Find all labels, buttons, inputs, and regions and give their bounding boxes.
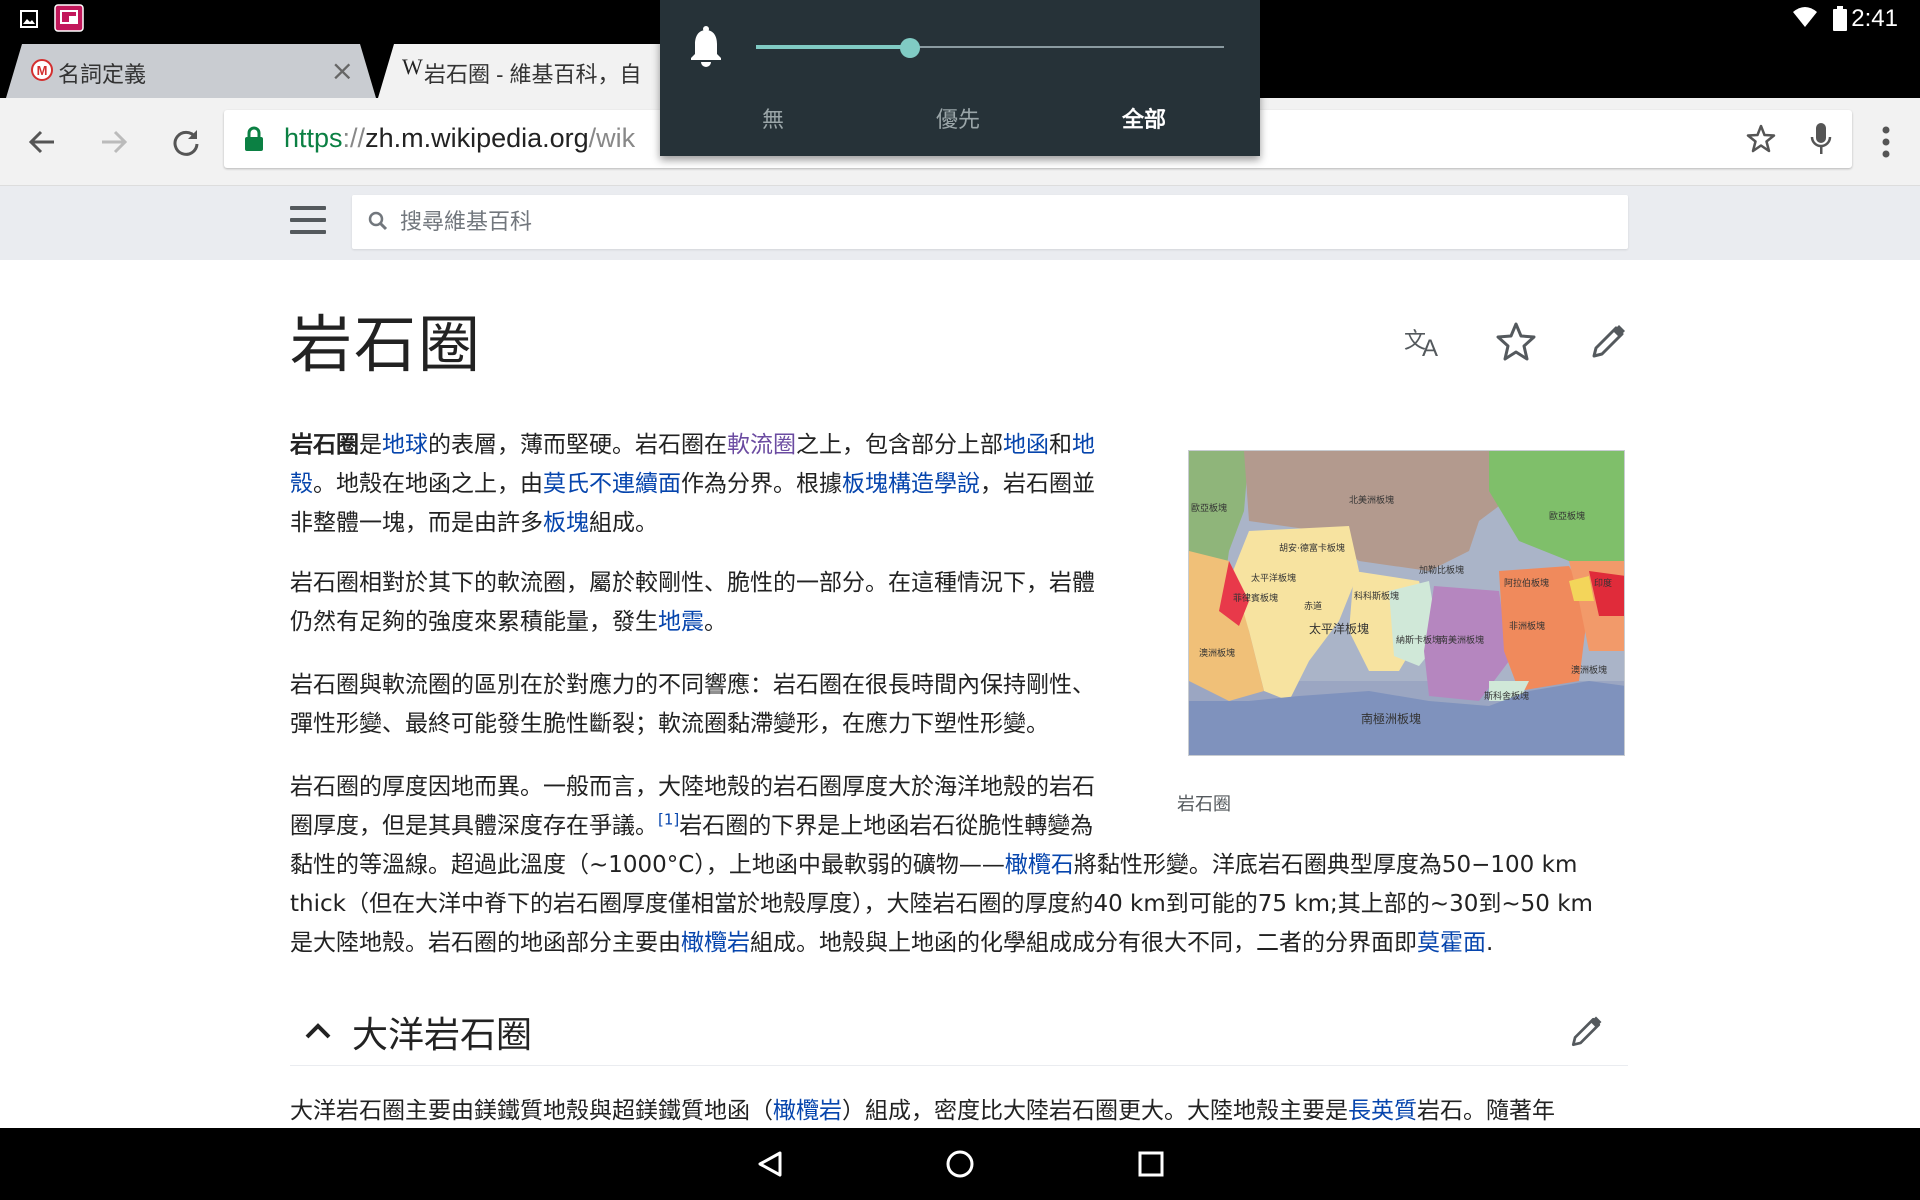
svg-text:太平洋板塊: 太平洋板塊 (1309, 621, 1369, 636)
forward-button[interactable] (90, 118, 138, 166)
microphone-icon[interactable] (1810, 122, 1832, 156)
square-recents-icon (1138, 1151, 1164, 1177)
reload-icon (173, 130, 199, 156)
link-moho[interactable]: 莫氏不連續面 (543, 471, 681, 497)
reference-1[interactable]: [1] (658, 810, 679, 828)
paragraph-2-text: 岩石圈相對於其下的軟流圈，屬於較剛性、脆性的一部分。在這種情況下，岩體 仍然有足夠… (290, 570, 1095, 635)
more-vert-icon (1882, 126, 1890, 158)
link-plates[interactable]: 板塊 (543, 510, 589, 536)
watch-star-icon[interactable] (1494, 320, 1538, 364)
nav-recents-button[interactable] (1131, 1144, 1171, 1184)
option-priority[interactable]: 優先 (936, 102, 980, 134)
svg-text:阿拉伯板塊: 阿拉伯板塊 (1504, 577, 1549, 589)
link-felsic[interactable]: 長英質 (1348, 1098, 1417, 1124)
svg-text:印度: 印度 (1594, 577, 1612, 589)
search-icon (368, 211, 388, 231)
arrow-left-icon (28, 130, 54, 154)
clock: 2:41 (1851, 5, 1898, 32)
svg-text:菲律賓板塊: 菲律賓板塊 (1233, 592, 1278, 604)
nav-back-button[interactable] (750, 1144, 790, 1184)
svg-text:澳洲板塊: 澳洲板塊 (1571, 664, 1607, 676)
tab-label: 岩石圈 - 維基百科，自 (424, 62, 642, 87)
plate-map-image: 北美洲板塊 歐亞板塊 歐亞板塊 胡安·德富卡板塊 加勒比板塊 阿拉伯板塊 印度 … (1189, 451, 1624, 755)
wikipedia-w-icon: W (402, 54, 423, 79)
menu-button[interactable] (1862, 118, 1910, 166)
svg-text:歐亞板塊: 歐亞板塊 (1191, 502, 1227, 514)
notification-volume-panel: 無 優先 全部 (660, 0, 1260, 156)
svg-text:非洲板塊: 非洲板塊 (1509, 620, 1545, 632)
svg-text:赤道: 赤道 (1304, 600, 1322, 612)
svg-text:科科斯板塊: 科科斯板塊 (1354, 590, 1399, 602)
link-peridotite[interactable]: 橄欖岩 (681, 930, 750, 956)
hamburger-menu-icon[interactable] (290, 206, 326, 238)
wifi-icon (1793, 7, 1817, 27)
svg-text:太平洋板塊: 太平洋板塊 (1251, 572, 1296, 584)
arrow-right-icon (102, 130, 128, 154)
link-earthquake[interactable]: 地震 (658, 609, 704, 635)
image-notification-icon (20, 10, 38, 28)
svg-text:胡安·德富卡板塊: 胡安·德富卡板塊 (1279, 542, 1345, 554)
circle-home-icon (946, 1150, 974, 1178)
option-all[interactable]: 全部 (1122, 102, 1166, 134)
figure-caption: 岩石圈 (1177, 794, 1231, 815)
nav-home-button[interactable] (940, 1144, 980, 1184)
paragraph-4: 岩石圈的厚度因地而異。一般而言，大陸地殼的岩石圈厚度大於海洋地殼的岩石 圈厚度，但… (290, 774, 1593, 956)
search-input[interactable] (400, 203, 1600, 241)
page-title: 岩石圈 (290, 308, 483, 381)
red-logo-icon: M (31, 59, 53, 81)
paragraph-3: 岩石圈與軟流圈的區別在於對應力的不同響應：岩石圈在很長時間內保持剛性、 彈性形變、… (290, 672, 1095, 737)
search-box[interactable] (352, 195, 1628, 249)
tab-label: 名詞定義 (58, 62, 147, 87)
tab-definitions[interactable]: M 名詞定義 × (6, 44, 376, 98)
link-crust-2[interactable]: 殼 (290, 471, 313, 497)
svg-text:M: M (37, 63, 48, 78)
section-edit-icon[interactable] (1566, 1012, 1606, 1052)
svg-text:A: A (1422, 335, 1438, 362)
volume-slider-thumb[interactable] (900, 38, 921, 58)
option-none[interactable]: 無 (762, 102, 784, 134)
system-nav-bar (0, 1128, 1920, 1200)
link-earth[interactable]: 地球 (382, 432, 428, 458)
lock-icon (245, 126, 263, 151)
star-icon[interactable] (1746, 124, 1776, 154)
article-content: 岩石圈 文A 岩石圈是地球的表層，薄而堅硬。岩石圈在軟流圈之上，包含部分上部地函… (0, 260, 1920, 1128)
section-heading-oceanic[interactable]: 大洋岩石圈 (290, 1000, 1628, 1066)
section-1-paragraph: 大洋岩石圈主要由鎂鐵質地殼與超鎂鐵質地函（橄欖岩）組成，密度比大陸岩石圈更大。大… (290, 1098, 1555, 1124)
link-asthenosphere[interactable]: 軟流圈 (727, 432, 796, 458)
svg-text:加勒比板塊: 加勒比板塊 (1419, 564, 1464, 576)
chevron-up-icon[interactable] (304, 1020, 332, 1040)
reload-button[interactable] (162, 118, 210, 166)
cast-notification-icon (54, 4, 84, 32)
paragraph-1: 岩石圈是地球的表層，薄而堅硬。岩石圈在軟流圈之上，包含部分上部地函和地 殼。地殼在… (290, 432, 1095, 536)
link-mohorovicic[interactable]: 莫霍面 (1417, 930, 1486, 956)
tab-lithosphere[interactable]: W 岩石圈 - 維基百科，自 (378, 44, 678, 98)
volume-slider-fill (756, 45, 911, 49)
svg-text:納斯卡板塊: 納斯卡板塊 (1396, 634, 1441, 646)
language-icon[interactable]: 文A (1402, 320, 1446, 364)
link-plate-tectonics[interactable]: 板塊構造學說 (842, 471, 980, 497)
svg-text:澳洲板塊: 澳洲板塊 (1199, 647, 1235, 659)
section-title: 大洋岩石圈 (352, 1015, 533, 1056)
svg-text:南美洲板塊: 南美洲板塊 (1439, 634, 1484, 646)
triangle-back-icon (758, 1151, 782, 1177)
close-tab-icon[interactable]: × (331, 54, 354, 87)
bold-term: 岩石圈 (290, 432, 359, 458)
link-mantle[interactable]: 地函 (1003, 432, 1049, 458)
link-olivine[interactable]: 橄欖石 (1005, 852, 1074, 878)
svg-text:北美洲板塊: 北美洲板塊 (1349, 494, 1394, 506)
url-text[interactable]: https://zh.m.wikipedia.org/wik (284, 123, 635, 154)
link-crust[interactable]: 地 (1072, 432, 1095, 458)
edit-pencil-icon[interactable] (1586, 320, 1630, 364)
wiki-header (0, 186, 1920, 260)
tectonic-plates-map[interactable]: 北美洲板塊 歐亞板塊 歐亞板塊 胡安·德富卡板塊 加勒比板塊 阿拉伯板塊 印度 … (1188, 450, 1625, 756)
svg-text:歐亞板塊: 歐亞板塊 (1549, 510, 1585, 522)
svg-text:南極洲板塊: 南極洲板塊 (1361, 711, 1421, 726)
battery-icon (1833, 6, 1847, 31)
svg-text:斯科舍板塊: 斯科舍板塊 (1484, 690, 1529, 702)
link-peridotite-2[interactable]: 橄欖岩 (773, 1098, 842, 1124)
bell-icon (691, 26, 721, 67)
back-button[interactable] (18, 118, 66, 166)
